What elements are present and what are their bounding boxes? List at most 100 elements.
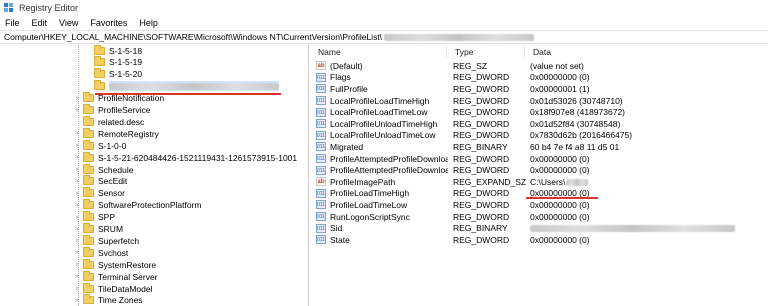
value-row[interactable]: 011 Sid REG_BINARY <box>310 222 768 234</box>
tree-item[interactable]: › SecEdit <box>73 175 128 187</box>
value-data: 60 b4 7e f4 a8 11 d5 01 <box>530 142 619 152</box>
tree-item[interactable]: › SystemRestore <box>73 258 157 270</box>
binary-value-icon: 011 <box>316 188 326 198</box>
menu-file[interactable]: File <box>5 18 20 28</box>
value-row[interactable]: 011 ProfileAttemptedProfileDownloa... REG_… <box>310 153 768 165</box>
folder-icon <box>83 199 94 210</box>
value-type: REG_DWORD <box>453 118 510 129</box>
value-row[interactable]: 011 LocalProfileUnloadTimeLow REG_DWORD 0x7… <box>310 130 768 142</box>
binary-value-icon: 011 <box>316 142 326 152</box>
chevron-right-icon[interactable]: › <box>73 237 81 244</box>
tree-item-label: SystemRestore <box>98 259 157 270</box>
chevron-right-icon[interactable]: › <box>73 261 81 268</box>
key-tree-pane[interactable]: S-1-5-18 S-1-5-19 S-1-5-20 › ProfileNotifica… <box>0 45 309 306</box>
tree-item[interactable]: › Svchost <box>73 246 128 258</box>
tree-item[interactable]: › ProfileService <box>73 104 151 116</box>
chevron-right-icon[interactable]: › <box>73 130 81 137</box>
tree-item[interactable]: › SPP <box>73 211 116 223</box>
address-bar[interactable]: Computer\HKEY_LOCAL_MACHINE\SOFTWARE\Mic… <box>0 30 768 44</box>
chevron-right-icon[interactable]: › <box>73 142 81 149</box>
tree-item[interactable]: › TileDataModel <box>73 282 153 294</box>
tree-item[interactable]: › RemoteRegistry <box>73 127 159 139</box>
menu-bar: File Edit View Favorites Help <box>0 16 768 30</box>
menu-edit[interactable]: Edit <box>32 18 48 28</box>
tree-item-label: Time Zones <box>98 295 143 306</box>
menu-help[interactable]: Help <box>139 18 158 28</box>
value-name: LocalProfileUnloadTimeHigh <box>330 118 438 129</box>
value-data-text: 0x01d53026 (30748710) <box>530 95 623 106</box>
value-name-cell: 011 Sid <box>316 223 448 233</box>
tree-item[interactable]: S-1-5-19 <box>84 56 142 68</box>
value-row[interactable]: 011 LocalProfileLoadTimeHigh REG_DWORD 0x01… <box>310 95 768 107</box>
tree-item-label: SoftwareProtectionPlatform <box>98 200 202 211</box>
menu-view[interactable]: View <box>59 18 78 28</box>
tree-item[interactable]: › SRUM <box>73 223 123 235</box>
value-data-text: 0x00000000 (0) <box>530 199 590 210</box>
chevron-right-icon[interactable]: › <box>73 214 81 221</box>
chevron-right-icon[interactable]: › <box>73 226 81 233</box>
tree-item[interactable]: › SoftwareProtectionPlatform <box>73 199 202 211</box>
column-header-data[interactable]: Data <box>525 45 768 58</box>
value-name-cell: 011 Migrated <box>316 142 448 152</box>
column-header-name[interactable]: Name <box>310 45 447 58</box>
value-row[interactable]: 011 FullProfile REG_DWORD 0x00000001 (1) <box>310 83 768 95</box>
chevron-right-icon[interactable]: › <box>73 107 81 114</box>
value-row[interactable]: ab ProfileImagePath REG_EXPAND_SZ C:\Users\ <box>310 176 768 188</box>
value-name-cell: ab ProfileImagePath <box>316 177 448 187</box>
tree-item-label: TileDataModel <box>98 283 153 294</box>
value-row[interactable]: ab (Default) REG_SZ (value not set) <box>310 60 768 72</box>
tree-item-label: SecEdit <box>98 176 128 187</box>
tree-item[interactable]: › Terminal Server <box>73 270 158 282</box>
tree-item[interactable]: › Schedule <box>73 163 133 175</box>
values-pane[interactable]: Name Type Data ab (Default) REG_SZ (value n… <box>310 45 768 306</box>
value-data-text: 0x00000000 (0) <box>530 234 590 245</box>
chevron-right-icon[interactable]: › <box>73 166 81 173</box>
folder-icon <box>83 127 94 138</box>
chevron-right-icon[interactable]: › <box>73 297 81 304</box>
value-name: FullProfile <box>330 83 368 94</box>
chevron-right-icon[interactable]: › <box>73 95 81 102</box>
value-row[interactable]: 011 Flags REG_DWORD 0x00000000 (0) <box>310 72 768 84</box>
tree-item[interactable]: › Superfetch <box>73 234 139 246</box>
value-row[interactable]: 011 LocalProfileUnloadTimeHigh REG_DWORD 0x… <box>310 118 768 130</box>
chevron-right-icon[interactable]: › <box>73 202 81 209</box>
column-header-type[interactable]: Type <box>447 45 525 58</box>
value-data <box>530 223 735 233</box>
tree-item[interactable]: › S-1-0-0 <box>73 139 126 151</box>
binary-value-icon: 011 <box>316 72 326 82</box>
value-name: State <box>330 234 350 245</box>
tree-item-label: ProfileService <box>98 105 151 115</box>
tree-item-label: SPP <box>98 212 116 223</box>
tree-item[interactable] <box>84 80 279 92</box>
value-data-text: 0x18f907e8 (418973672) <box>530 107 625 118</box>
tree-item[interactable]: › Time Zones <box>73 294 143 306</box>
value-name-cell: 011 LocalProfileUnloadTimeHigh <box>316 119 448 129</box>
chevron-right-icon[interactable]: › <box>73 249 81 256</box>
value-row[interactable]: 011 ProfileLoadTimeLow REG_DWORD 0x00000000… <box>310 199 768 211</box>
tree-item[interactable]: S-1-5-20 <box>84 68 142 80</box>
tree-item[interactable]: related.desc <box>73 115 144 127</box>
chevron-right-icon[interactable]: › <box>73 190 81 197</box>
binary-value-icon: 011 <box>316 154 326 164</box>
folder-icon <box>83 151 94 162</box>
value-data-text: 0x00000000 (0) <box>530 211 590 222</box>
folder-icon <box>83 223 94 233</box>
value-row[interactable]: 011 ProfileAttemptedProfileDownloa... REG_… <box>310 164 768 176</box>
menu-favorites[interactable]: Favorites <box>90 18 127 28</box>
chevron-right-icon[interactable]: › <box>73 178 81 185</box>
value-row[interactable]: 011 LocalProfileLoadTimeLow REG_DWORD 0x18f… <box>310 106 768 118</box>
chevron-right-icon[interactable]: › <box>73 273 81 280</box>
tree-item[interactable]: › Sensor <box>73 187 125 199</box>
tree-item[interactable]: › S-1-5-21-620484426-1521119431-126157391… <box>73 151 297 163</box>
value-row[interactable]: 011 State REG_DWORD 0x00000000 (0) <box>310 234 768 246</box>
value-row[interactable]: 011 Migrated REG_BINARY 60 b4 7e f4 a8 11 d… <box>310 141 768 153</box>
redacted-address-segment <box>384 33 535 41</box>
value-row[interactable]: 011 RunLogonScriptSync REG_DWORD 0x00000000… <box>310 211 768 223</box>
value-name: LocalProfileLoadTimeLow <box>330 107 428 118</box>
tree-item[interactable]: S-1-5-18 <box>84 45 142 56</box>
value-data: 0x01d52f84 (30748548) <box>530 119 620 129</box>
value-data-text: 0x00000000 (0) <box>530 153 590 164</box>
chevron-right-icon[interactable]: › <box>73 285 81 292</box>
folder-icon <box>83 282 94 293</box>
chevron-right-icon[interactable]: › <box>73 154 81 161</box>
